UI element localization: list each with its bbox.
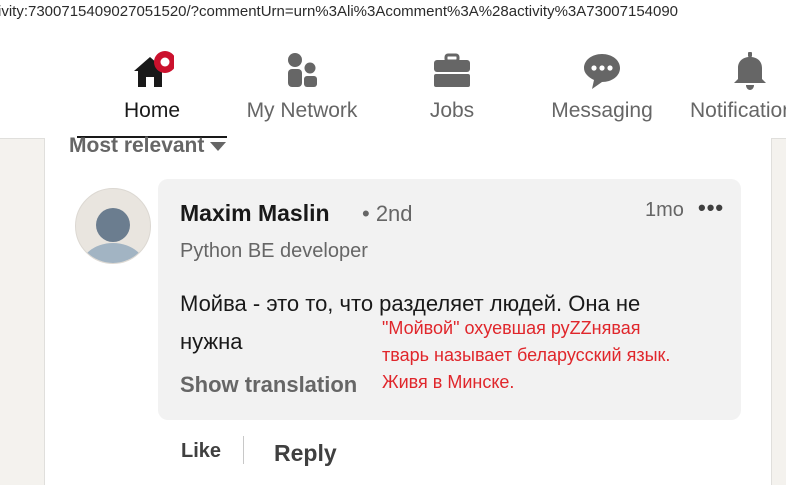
briefcase-icon: [430, 49, 474, 93]
nav-item-home[interactable]: Home: [77, 37, 227, 138]
comment-timestamp: 1mo: [645, 199, 684, 221]
nav-item-jobs[interactable]: Jobs: [402, 37, 502, 138]
annotation-line: тварь называет беларусский язык.: [382, 345, 671, 365]
bell-icon: [728, 49, 772, 93]
nav-item-my-network[interactable]: My Network: [236, 37, 368, 138]
like-button[interactable]: Like: [181, 440, 221, 463]
caret-down-icon: [210, 141, 227, 151]
nav-label-home: Home: [123, 99, 181, 122]
annotation-line: Живя в Минске.: [382, 372, 515, 392]
nav-item-messaging[interactable]: Messaging: [543, 37, 661, 138]
annotation-line: "Мойвой" охуевшая руZZнявая: [382, 318, 641, 338]
comments-panel: Most relevant Maxim Maslin • 2nd Python …: [44, 134, 772, 485]
nav-label-notifications: Notifications: [690, 99, 786, 122]
show-translation-button[interactable]: Show translation: [180, 372, 357, 398]
author-name[interactable]: Maxim Maslin: [180, 200, 330, 227]
connection-degree: • 2nd: [362, 201, 413, 226]
people-icon: [280, 49, 324, 93]
nav-label-jobs: Jobs: [429, 99, 475, 122]
divider: [243, 436, 244, 464]
person-silhouette-icon: [80, 208, 146, 263]
url-text: ivity:7300715409027051520/?commentUrn=ur…: [0, 3, 679, 20]
comment-bubble: Maxim Maslin • 2nd Python BE developer 1…: [158, 179, 741, 420]
top-navigation: Home My Network Jobs Messaging Notificat…: [0, 37, 786, 139]
more-options-icon[interactable]: •••: [698, 195, 724, 221]
sort-label: Most relevant: [69, 134, 205, 157]
reply-button[interactable]: Reply: [274, 440, 337, 467]
address-bar[interactable]: ivity:7300715409027051520/?commentUrn=ur…: [0, 0, 786, 38]
chat-bubble-icon: [580, 49, 624, 93]
author-headline: Python BE developer: [180, 240, 368, 262]
nav-label-my-network: My Network: [246, 99, 358, 122]
home-icon: [130, 49, 176, 93]
sort-dropdown[interactable]: Most relevant: [69, 134, 227, 158]
avatar[interactable]: [75, 188, 151, 264]
nav-label-messaging: Messaging: [551, 99, 653, 122]
nav-item-notifications[interactable]: Notifications: [688, 37, 786, 138]
red-annotation: "Мойвой" охуевшая руZZнявая тварь называ…: [382, 315, 670, 396]
